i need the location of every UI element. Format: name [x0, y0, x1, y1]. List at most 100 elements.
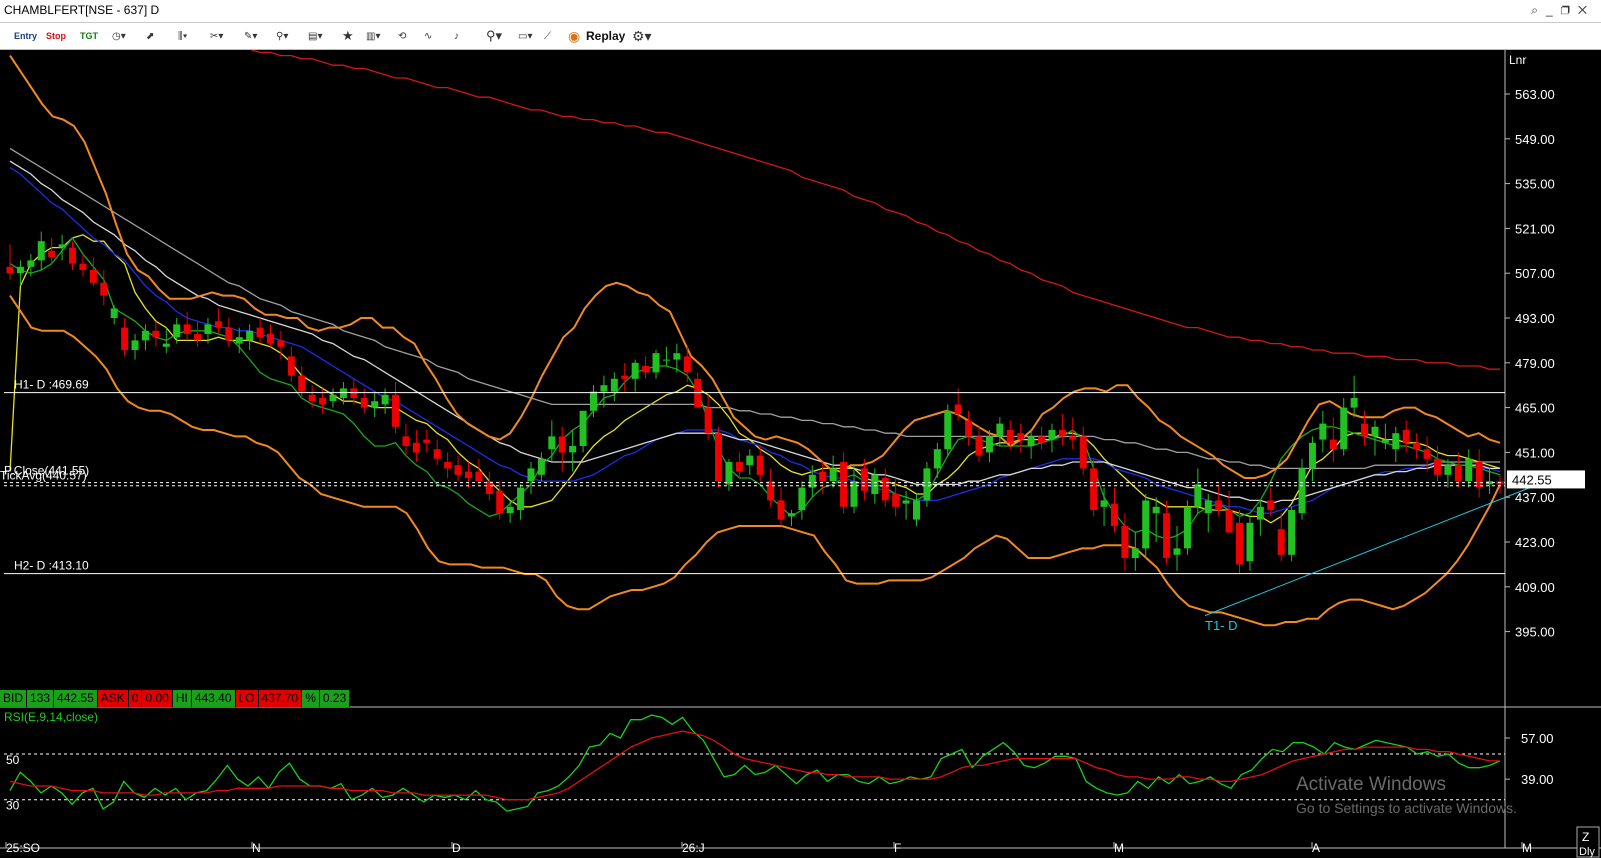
candle-body: [141, 330, 149, 341]
candle-body: [162, 343, 170, 347]
candle-body: [1131, 548, 1139, 558]
candle: [537, 452, 545, 482]
candle-body: [506, 506, 514, 514]
window-controls[interactable]: ⌕_❐✕: [1531, 3, 1595, 18]
y-tick-label: 563.00: [1515, 87, 1555, 102]
cursor-icon[interactable]: ⬈: [146, 27, 154, 45]
minimize-icon[interactable]: _: [1546, 3, 1561, 17]
candle-body: [1090, 468, 1098, 510]
candle-body: [829, 468, 837, 482]
candle: [662, 346, 670, 366]
candle: [631, 359, 639, 392]
candle: [548, 420, 556, 462]
bars-icon[interactable]: ▥▾: [366, 27, 380, 45]
candle: [402, 423, 410, 456]
refresh-icon[interactable]: ⟲: [398, 27, 406, 45]
candle-body: [1079, 436, 1087, 469]
candle: [1329, 417, 1337, 462]
candle-body: [1298, 468, 1306, 514]
candle-body: [339, 388, 347, 398]
wave-icon[interactable]: ∿: [424, 27, 432, 45]
candle-body: [256, 327, 264, 338]
entry-button[interactable]: Entry: [14, 27, 37, 45]
candle: [975, 426, 983, 462]
window-title: CHAMBLFERT[NSE - 637] D: [4, 3, 160, 17]
line-chart-icon[interactable]: ⟋: [544, 27, 551, 45]
candle-body: [16, 266, 24, 274]
book-icon[interactable]: ▤▾: [308, 27, 322, 45]
stop-button[interactable]: Stop: [46, 27, 66, 45]
ma-gray-line: [9, 147, 1500, 470]
candle-body: [1308, 442, 1316, 469]
speedometer-icon[interactable]: ◷▾: [112, 27, 126, 45]
lo-price: 437.70: [258, 690, 303, 707]
rsi-level-50: 50: [6, 753, 20, 767]
candle: [392, 382, 400, 434]
candle-body: [152, 330, 160, 338]
search-icon[interactable]: ⌕: [1531, 3, 1546, 17]
candle-body: [996, 423, 1004, 437]
candle: [1413, 433, 1421, 459]
candle: [37, 231, 45, 270]
star-icon[interactable]: ★: [342, 27, 354, 45]
candle: [1100, 487, 1108, 526]
candle: [444, 452, 452, 478]
trash-icon[interactable]: ▭▾: [518, 27, 532, 45]
candle: [517, 484, 525, 520]
candle: [1090, 458, 1098, 517]
candle-body: [600, 385, 608, 392]
candle-body: [517, 487, 525, 510]
candle-body: [131, 340, 139, 350]
gear-icon[interactable]: ⚙▾: [632, 27, 652, 45]
candle: [329, 388, 337, 408]
draw-icon[interactable]: ✎▾: [244, 27, 257, 45]
bell-icon[interactable]: ♪: [454, 27, 459, 45]
ma-red-line: [250, 50, 1500, 370]
candle-body: [69, 247, 77, 264]
candle: [558, 426, 566, 472]
candle: [454, 455, 462, 482]
candle: [767, 468, 775, 507]
candle-body: [1069, 436, 1077, 440]
candle-body: [235, 337, 243, 344]
watermark-title: Activate Windows: [1296, 774, 1446, 795]
candle: [1236, 510, 1244, 574]
candle-body: [579, 410, 587, 446]
candle-body: [1110, 503, 1118, 526]
candle-body: [371, 401, 379, 408]
candle-body: [527, 468, 535, 482]
bar-chart-icon[interactable]: ⫼▾: [178, 27, 187, 45]
bid-qty: 133: [27, 690, 55, 707]
candle-body: [767, 481, 775, 501]
candle-body: [902, 500, 910, 504]
link-icon[interactable]: ⚲▾: [276, 27, 288, 45]
candle-body: [1006, 430, 1014, 443]
candle-body: [381, 394, 389, 405]
candle-body: [360, 398, 368, 408]
search-icon[interactable]: ⚲▾: [486, 27, 502, 45]
candle: [246, 324, 254, 350]
candle-body: [433, 449, 441, 459]
candle: [1194, 468, 1202, 514]
candle: [1308, 436, 1316, 482]
candle-body: [985, 436, 993, 453]
trendline: [1204, 487, 1531, 617]
replay-icon[interactable]: ◉: [568, 27, 580, 45]
y-tick-label: 465.00: [1515, 401, 1555, 416]
candle-body: [89, 270, 97, 283]
candle-body: [1100, 500, 1108, 507]
price-chart[interactable]: H1- D :469.69H2- D :413.10P.Close(441.55…: [0, 50, 1601, 858]
tgt-button[interactable]: TGT: [80, 27, 98, 45]
candle: [527, 462, 535, 494]
candle: [1038, 426, 1046, 450]
scissors-icon[interactable]: ✂▾: [210, 27, 223, 45]
candle-body: [1121, 526, 1129, 558]
candle: [1288, 506, 1296, 562]
rsi-line: [9, 714, 1501, 812]
close-icon[interactable]: ✕: [1578, 3, 1595, 17]
candle: [569, 430, 577, 472]
candle-body: [183, 324, 191, 334]
restore-icon[interactable]: ❐: [1561, 3, 1578, 17]
replay-button[interactable]: Replay: [586, 27, 625, 45]
candle-body: [121, 327, 129, 350]
